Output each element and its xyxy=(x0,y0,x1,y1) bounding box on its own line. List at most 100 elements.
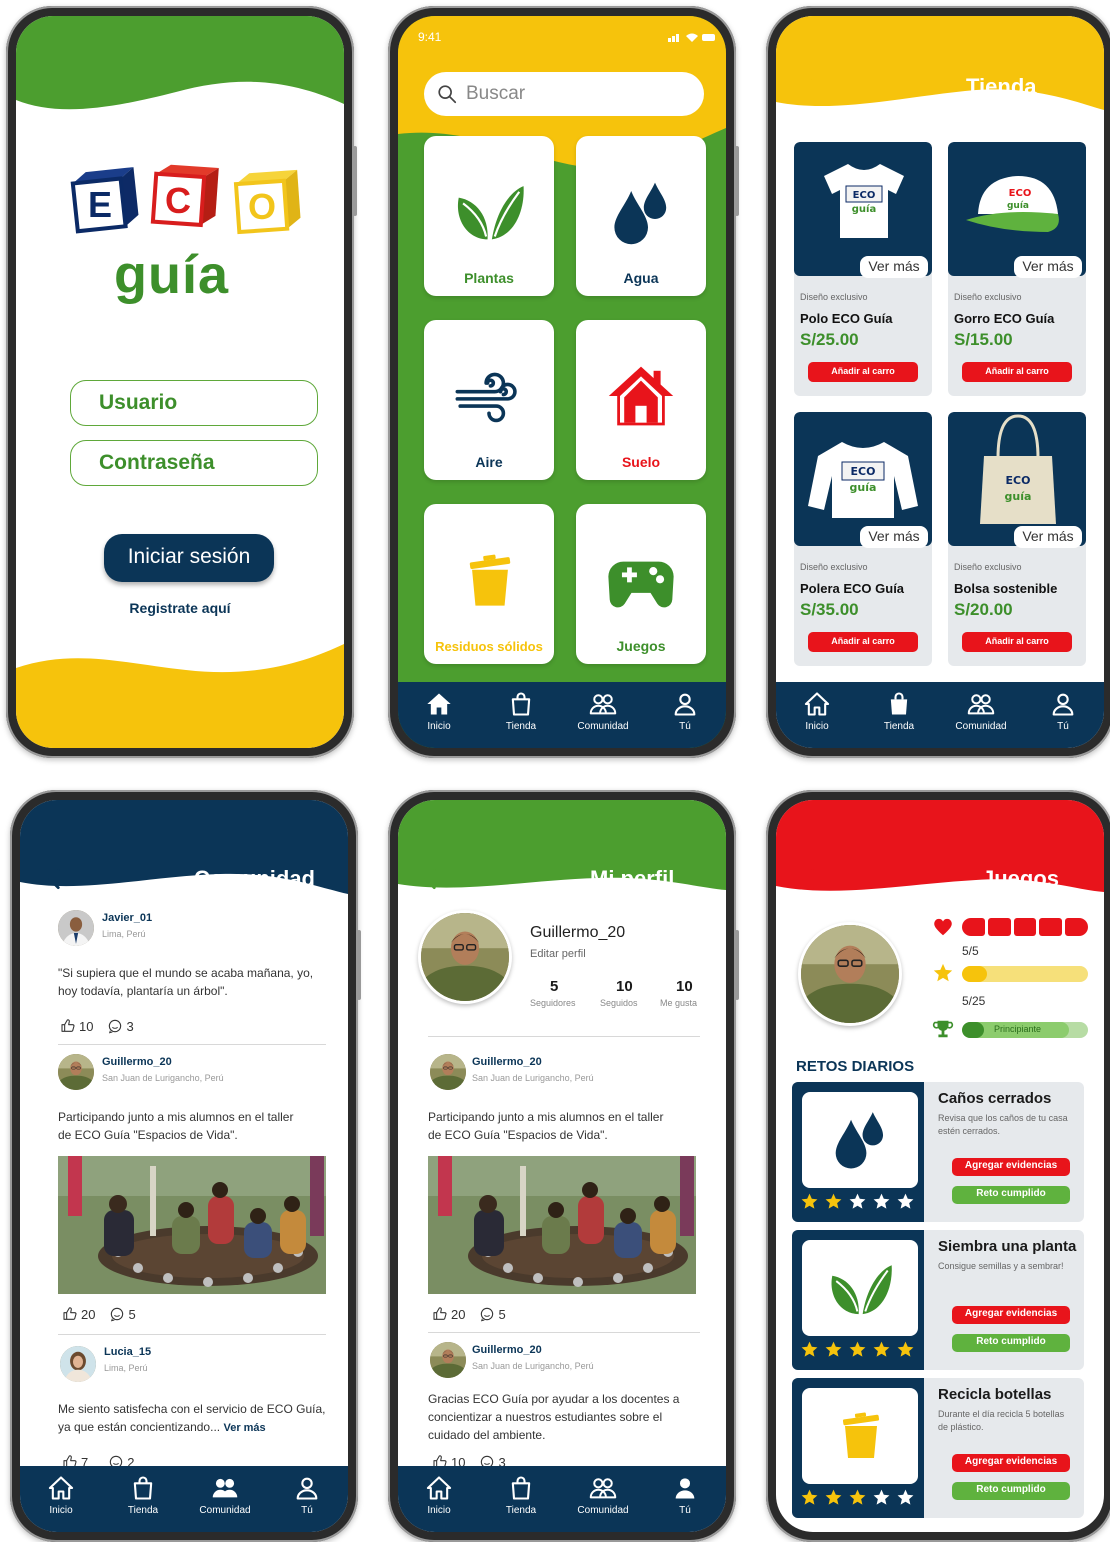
post-photo[interactable] xyxy=(428,1156,696,1294)
svg-text:guía: guía xyxy=(850,481,877,494)
back-icon[interactable] xyxy=(796,76,822,102)
phone-login: E C O guía Usuario Contraseña Iniciar se… xyxy=(6,6,357,758)
nav-home[interactable]: Inicio xyxy=(404,690,474,732)
challenge-title: Siembra una planta xyxy=(938,1238,1077,1255)
add-evidence-button[interactable]: Agregar evidencias xyxy=(952,1158,1070,1176)
like-icon xyxy=(432,1306,448,1322)
back-icon[interactable] xyxy=(418,866,444,892)
add-to-cart-button[interactable]: Añadir al carro xyxy=(962,632,1072,652)
username-field[interactable]: Usuario xyxy=(70,380,318,426)
nav-shop[interactable]: Tienda xyxy=(486,690,556,732)
nav-shop[interactable]: Tienda xyxy=(108,1474,178,1516)
nav-you[interactable]: Tú xyxy=(650,690,720,732)
register-link[interactable]: Registrate aquí xyxy=(16,600,344,616)
like-icon xyxy=(62,1306,78,1322)
tile-aire[interactable]: Aire xyxy=(424,320,554,480)
product-card[interactable]: ECO guía Ver más Diseño exclusivo Bolsa s… xyxy=(948,412,1086,666)
tile-suelo[interactable]: Suelo xyxy=(576,320,706,480)
add-to-cart-button[interactable]: Añadir al carro xyxy=(808,362,918,382)
challenge-done-button[interactable]: Reto cumplido xyxy=(952,1186,1070,1204)
nav-label: Inicio xyxy=(805,721,829,732)
product-price: S/15.00 xyxy=(954,330,1013,349)
sweater-icon: ECO guía xyxy=(808,442,918,518)
comment-button[interactable]: 5 xyxy=(479,1306,506,1322)
add-evidence-button[interactable]: Agregar evidencias xyxy=(952,1306,1070,1324)
search-bar[interactable]: Buscar xyxy=(424,72,704,116)
nav-community[interactable]: Comunidad xyxy=(568,690,638,732)
more-button[interactable]: Ver más xyxy=(860,526,928,548)
nav-label: Comunidad xyxy=(199,1505,251,1516)
post-photo[interactable] xyxy=(58,1156,326,1294)
product-card[interactable]: ECO guía Ver más Diseño exclusivo Polera … xyxy=(794,412,932,666)
add-to-cart-button[interactable]: Añadir al carro xyxy=(962,362,1072,382)
logo-word: guía xyxy=(114,245,230,305)
home-icon xyxy=(425,1474,453,1502)
star-icon xyxy=(800,1192,819,1211)
divider xyxy=(428,1036,700,1037)
post-username[interactable]: Guillermo_20 xyxy=(472,1056,542,1068)
nav-home[interactable]: Inicio xyxy=(26,1474,96,1516)
see-more-link[interactable]: Ver más xyxy=(223,1422,265,1434)
add-evidence-button[interactable]: Agregar evidencias xyxy=(952,1454,1070,1472)
nav-you[interactable]: Tú xyxy=(650,1474,720,1516)
logo-letter-c: C xyxy=(165,180,191,221)
life-segment xyxy=(1013,918,1037,936)
post-username[interactable]: Guillermo_20 xyxy=(102,1056,172,1068)
post-username[interactable]: Lucia_15 xyxy=(104,1346,151,1358)
life-segment xyxy=(1039,918,1063,936)
like-button[interactable]: 20 xyxy=(62,1306,95,1322)
tile-juegos[interactable]: Juegos xyxy=(576,504,706,664)
comment-button[interactable]: 3 xyxy=(107,1018,134,1034)
svg-text:ECO: ECO xyxy=(853,190,876,201)
games-screen: Juegos 5/5 5/25 Principiante RETOS DIARI… xyxy=(776,800,1104,1532)
star-icon xyxy=(932,962,954,984)
back-icon[interactable] xyxy=(796,866,822,892)
like-button[interactable]: 20 xyxy=(432,1306,465,1322)
nav-home[interactable]: Inicio xyxy=(404,1474,474,1516)
comment-icon xyxy=(479,1306,495,1322)
nav-label: Tú xyxy=(679,1505,691,1516)
challenge-title: Caños cerrados xyxy=(938,1090,1052,1107)
nav-community[interactable]: Comunidad xyxy=(568,1474,638,1516)
page-title: Juegos xyxy=(982,866,1060,891)
level-bar-cap xyxy=(962,1022,984,1038)
product-name: Polera ECO Guía xyxy=(800,581,905,596)
back-icon[interactable] xyxy=(42,866,68,892)
challenge-desc: Durante el día recicla 5 botellas de plá… xyxy=(938,1409,1065,1432)
phone-profile: Mi perfil Guillermo_20 Editar perfil 5 S… xyxy=(388,790,739,1542)
nav-shop[interactable]: Tienda xyxy=(486,1474,556,1516)
product-card[interactable]: ECO guía Ver más Diseño exclusivo Gorro E… xyxy=(948,142,1086,396)
post-username[interactable]: Guillermo_20 xyxy=(472,1344,542,1356)
tshirt-icon: ECO guía xyxy=(824,164,904,238)
more-button[interactable]: Ver más xyxy=(1014,526,1082,548)
nav-shop[interactable]: Tienda xyxy=(864,690,934,732)
comment-button[interactable]: 5 xyxy=(109,1306,136,1322)
nav-you[interactable]: Tú xyxy=(272,1474,342,1516)
post-username[interactable]: Javier_01 xyxy=(102,912,152,924)
challenge-done-button[interactable]: Reto cumplido xyxy=(952,1482,1070,1500)
like-button[interactable]: 10 xyxy=(60,1018,93,1034)
more-button[interactable]: Ver más xyxy=(860,256,928,278)
challenge-done-button[interactable]: Reto cumplido xyxy=(952,1334,1070,1352)
add-to-cart-button[interactable]: Añadir al carro xyxy=(808,632,918,652)
product-card[interactable]: ECO guía Ver más Diseño exclusivo Polo EC… xyxy=(794,142,932,396)
login-button[interactable]: Iniciar sesión xyxy=(104,534,274,582)
post-text: Participando junto a mis alumnos en el t… xyxy=(428,1110,664,1142)
status-time: 9:41 xyxy=(418,30,442,44)
nav-community[interactable]: Comunidad xyxy=(190,1474,260,1516)
bag-icon: ECO guía xyxy=(980,414,1056,524)
stat-label: Me gusta xyxy=(660,998,698,1008)
nav-community[interactable]: Comunidad xyxy=(946,690,1016,732)
tile-agua[interactable]: Agua xyxy=(576,136,706,296)
challenge-stars xyxy=(800,1340,915,1359)
like-count: 20 xyxy=(81,1306,96,1322)
password-field[interactable]: Contraseña xyxy=(70,440,318,486)
nav-you[interactable]: Tú xyxy=(1028,690,1098,732)
nav-home[interactable]: Inicio xyxy=(782,690,852,732)
edit-profile-link[interactable]: Editar perfil xyxy=(530,948,586,960)
tile-plantas[interactable]: Plantas xyxy=(424,136,554,296)
tile-residuos[interactable]: Residuos sólidos xyxy=(424,504,554,664)
user-icon xyxy=(293,1474,321,1502)
life-segment xyxy=(987,918,1011,936)
more-button[interactable]: Ver más xyxy=(1014,256,1082,278)
